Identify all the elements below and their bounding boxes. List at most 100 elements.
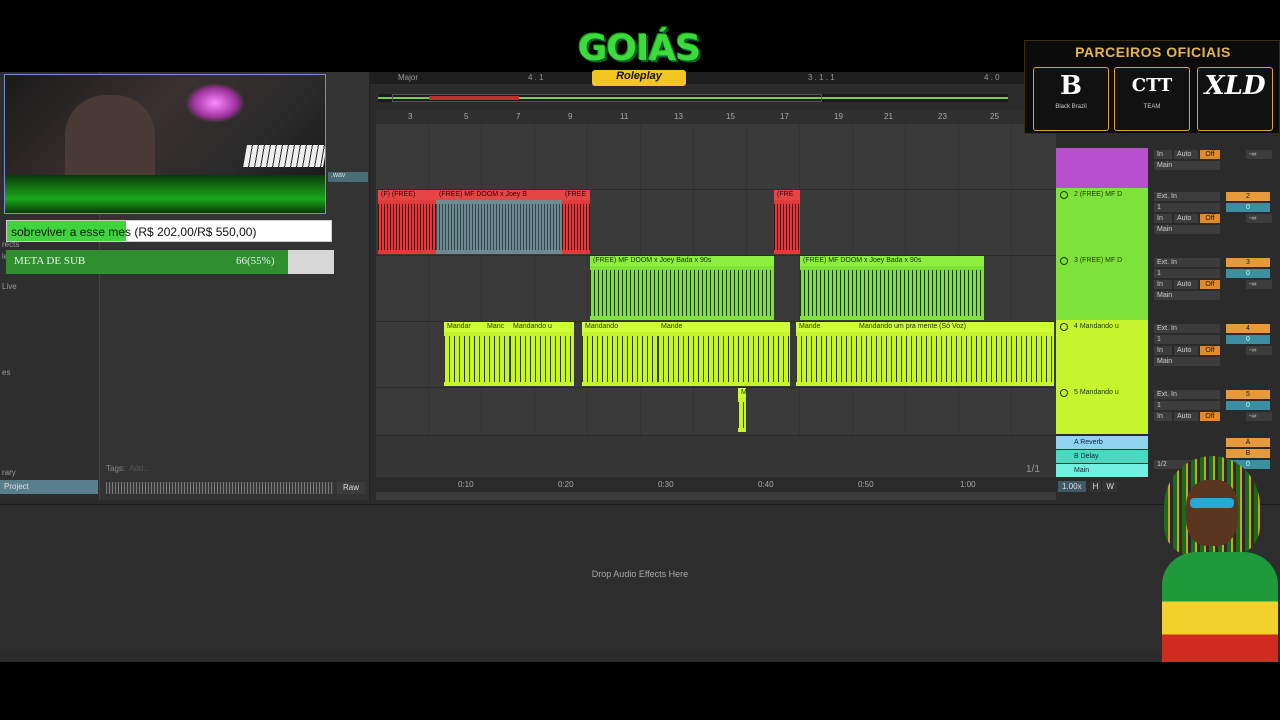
clip-lime-3[interactable]: Mandando u	[510, 322, 574, 386]
track-number[interactable]: 4	[1226, 324, 1270, 333]
selected-file[interactable]: .wav	[328, 172, 368, 182]
clip-lime-7[interactable]: M	[738, 388, 746, 432]
input-channel[interactable]: 1	[1154, 269, 1220, 278]
output-select[interactable]: Main	[1154, 357, 1220, 366]
track-number[interactable]: 5	[1226, 390, 1270, 399]
volume-readout[interactable]: -∞	[1246, 280, 1272, 289]
position-display[interactable]: 3 . 1 . 1	[808, 73, 835, 82]
monitor-auto[interactable]: Auto	[1174, 280, 1198, 289]
time-mark: 0:20	[558, 480, 574, 489]
length-display[interactable]: 4 . 0	[984, 73, 1000, 82]
output-select[interactable]: Main	[1154, 291, 1220, 300]
input-select[interactable]: Ext. In	[1154, 258, 1220, 267]
pan-readout[interactable]: 0	[1226, 401, 1270, 410]
sidebar-item-live[interactable]: Live	[2, 282, 17, 291]
partners-title: PARCEIROS OFICIAIS	[1075, 44, 1231, 60]
lane-1[interactable]	[376, 124, 1056, 190]
monitor-off[interactable]: Off	[1200, 150, 1220, 159]
monitor-off[interactable]: Off	[1200, 214, 1220, 223]
output-select[interactable]: Main	[1154, 161, 1220, 170]
return-a-letter[interactable]: A	[1226, 438, 1270, 447]
clip-lime-1[interactable]: Mandar	[444, 322, 484, 386]
output-select[interactable]: Main	[1154, 225, 1220, 234]
return-track-reverb[interactable]: A Reverb	[1056, 436, 1148, 449]
sidebar-item-project[interactable]: Project	[0, 480, 98, 494]
monitor-auto[interactable]: Auto	[1174, 412, 1198, 421]
volume-readout[interactable]: -∞	[1246, 412, 1272, 421]
bar-counter[interactable]: 4 . 1	[528, 73, 544, 82]
input-channel[interactable]: 1	[1154, 401, 1220, 410]
track-fold-icon[interactable]	[1060, 323, 1068, 331]
clip-green-1[interactable]: (FREE) MF DOOM x Joey Bada x 90s	[590, 256, 774, 320]
preview-waveform[interactable]	[106, 482, 334, 494]
track-head-4[interactable]: 4 Mandando u	[1056, 320, 1148, 386]
lane-2[interactable]: (F) (FREE) (FREE) MF DOOM x Joey B (FREE…	[376, 190, 1056, 256]
pan-readout[interactable]: 0	[1226, 203, 1270, 212]
input-select[interactable]: Ext. In	[1154, 192, 1220, 201]
track-fold-icon[interactable]	[1060, 191, 1068, 199]
lane-3[interactable]: (FREE) MF DOOM x Joey Bada x 90s (FREE) …	[376, 256, 1056, 322]
clip-lime-4[interactable]: Mandando	[582, 322, 658, 386]
input-select[interactable]: Ext. In	[1154, 324, 1220, 333]
track-fold-icon[interactable]	[1060, 257, 1068, 265]
monitor-in[interactable]: In	[1154, 346, 1172, 355]
track-name[interactable]: 3 (FREE) MF D	[1074, 257, 1122, 264]
tags-add[interactable]: Add...	[129, 464, 150, 473]
zoom-value[interactable]: 1.00x	[1058, 481, 1086, 492]
track-name[interactable]: 4 Mandando u	[1074, 323, 1119, 330]
input-channel[interactable]: 1	[1154, 335, 1220, 344]
h-button[interactable]: H	[1089, 481, 1102, 492]
track-head-5[interactable]: 5 Mandando u	[1056, 386, 1148, 434]
monitor-in[interactable]: In	[1154, 150, 1172, 159]
track-name[interactable]: 2 (FREE) MF D	[1074, 191, 1122, 198]
track-fold-icon[interactable]	[1060, 389, 1068, 397]
return-track-delay[interactable]: B Delay	[1056, 450, 1148, 463]
monitor-in[interactable]: In	[1154, 412, 1172, 421]
w-button[interactable]: W	[1103, 481, 1117, 492]
lane-5[interactable]: M	[376, 388, 1056, 436]
lane-4[interactable]: Mandar Manc Mandando u Mandando Mande Ma…	[376, 322, 1056, 388]
monitor-auto[interactable]: Auto	[1174, 346, 1198, 355]
clip-red-2[interactable]: (FREE) MF DOOM x Joey B	[436, 190, 562, 254]
clip-red-1[interactable]: (F) (FREE)	[378, 190, 436, 254]
monitor-off[interactable]: Off	[1200, 412, 1220, 421]
raw-button[interactable]: Raw	[337, 482, 365, 494]
clip-green-2[interactable]: (FREE) MF DOOM x Joey Bada x 90s	[800, 256, 984, 320]
sidebar-item-library[interactable]: rary	[2, 468, 16, 477]
arrangement-view[interactable]: (F) (FREE) (FREE) MF DOOM x Joey B (FREE…	[376, 110, 1056, 500]
device-view[interactable]: Drop Audio Effects Here	[0, 504, 1280, 654]
time-ruler[interactable]: 0:10 0:20 0:30 0:40 0:50 1:00	[376, 478, 1056, 492]
monitor-in[interactable]: In	[1154, 214, 1172, 223]
track-number[interactable]: 2	[1226, 192, 1270, 201]
volume-readout[interactable]: -∞	[1246, 346, 1272, 355]
ruler-mark: 25	[990, 112, 999, 121]
ruler-mark: 15	[726, 112, 735, 121]
ruler-mark: 23	[938, 112, 947, 121]
clip-lime-2[interactable]: Manc	[484, 322, 510, 386]
input-select[interactable]: Ext. In	[1154, 390, 1220, 399]
pan-readout[interactable]: 0	[1226, 335, 1270, 344]
sidebar-item-es[interactable]: es	[2, 368, 10, 377]
bar-ruler[interactable]: 3 5 7 9 11 13 15 17 19 21 23 25	[376, 110, 1056, 124]
track-head-3[interactable]: 3 (FREE) MF D	[1056, 254, 1148, 320]
monitor-auto[interactable]: Auto	[1174, 150, 1198, 159]
clip-lime-6[interactable]: Mandando um pra mente (Só Voz)	[856, 322, 1054, 386]
monitor-in[interactable]: In	[1154, 280, 1172, 289]
track-name[interactable]: 5 Mandando u	[1074, 389, 1119, 396]
master-track[interactable]: Main	[1056, 464, 1148, 477]
volume-readout[interactable]: -∞	[1246, 150, 1272, 159]
monitor-auto[interactable]: Auto	[1174, 214, 1198, 223]
clip-lime-6a[interactable]: Mande	[796, 322, 856, 386]
volume-readout[interactable]: -∞	[1246, 214, 1272, 223]
track-number[interactable]: 3	[1226, 258, 1270, 267]
input-channel[interactable]: 1	[1154, 203, 1220, 212]
track-head-2[interactable]: 2 (FREE) MF D	[1056, 188, 1148, 254]
monitor-off[interactable]: Off	[1200, 346, 1220, 355]
clip-red-4[interactable]: (FRE	[774, 190, 800, 254]
track-head-1[interactable]	[1056, 148, 1148, 188]
monitor-off[interactable]: Off	[1200, 280, 1220, 289]
clip-lime-5[interactable]: Mande	[658, 322, 790, 386]
pan-readout[interactable]: 0	[1226, 269, 1270, 278]
scale-selector[interactable]: Major	[398, 73, 418, 82]
clip-red-3[interactable]: (FREE	[562, 190, 590, 254]
